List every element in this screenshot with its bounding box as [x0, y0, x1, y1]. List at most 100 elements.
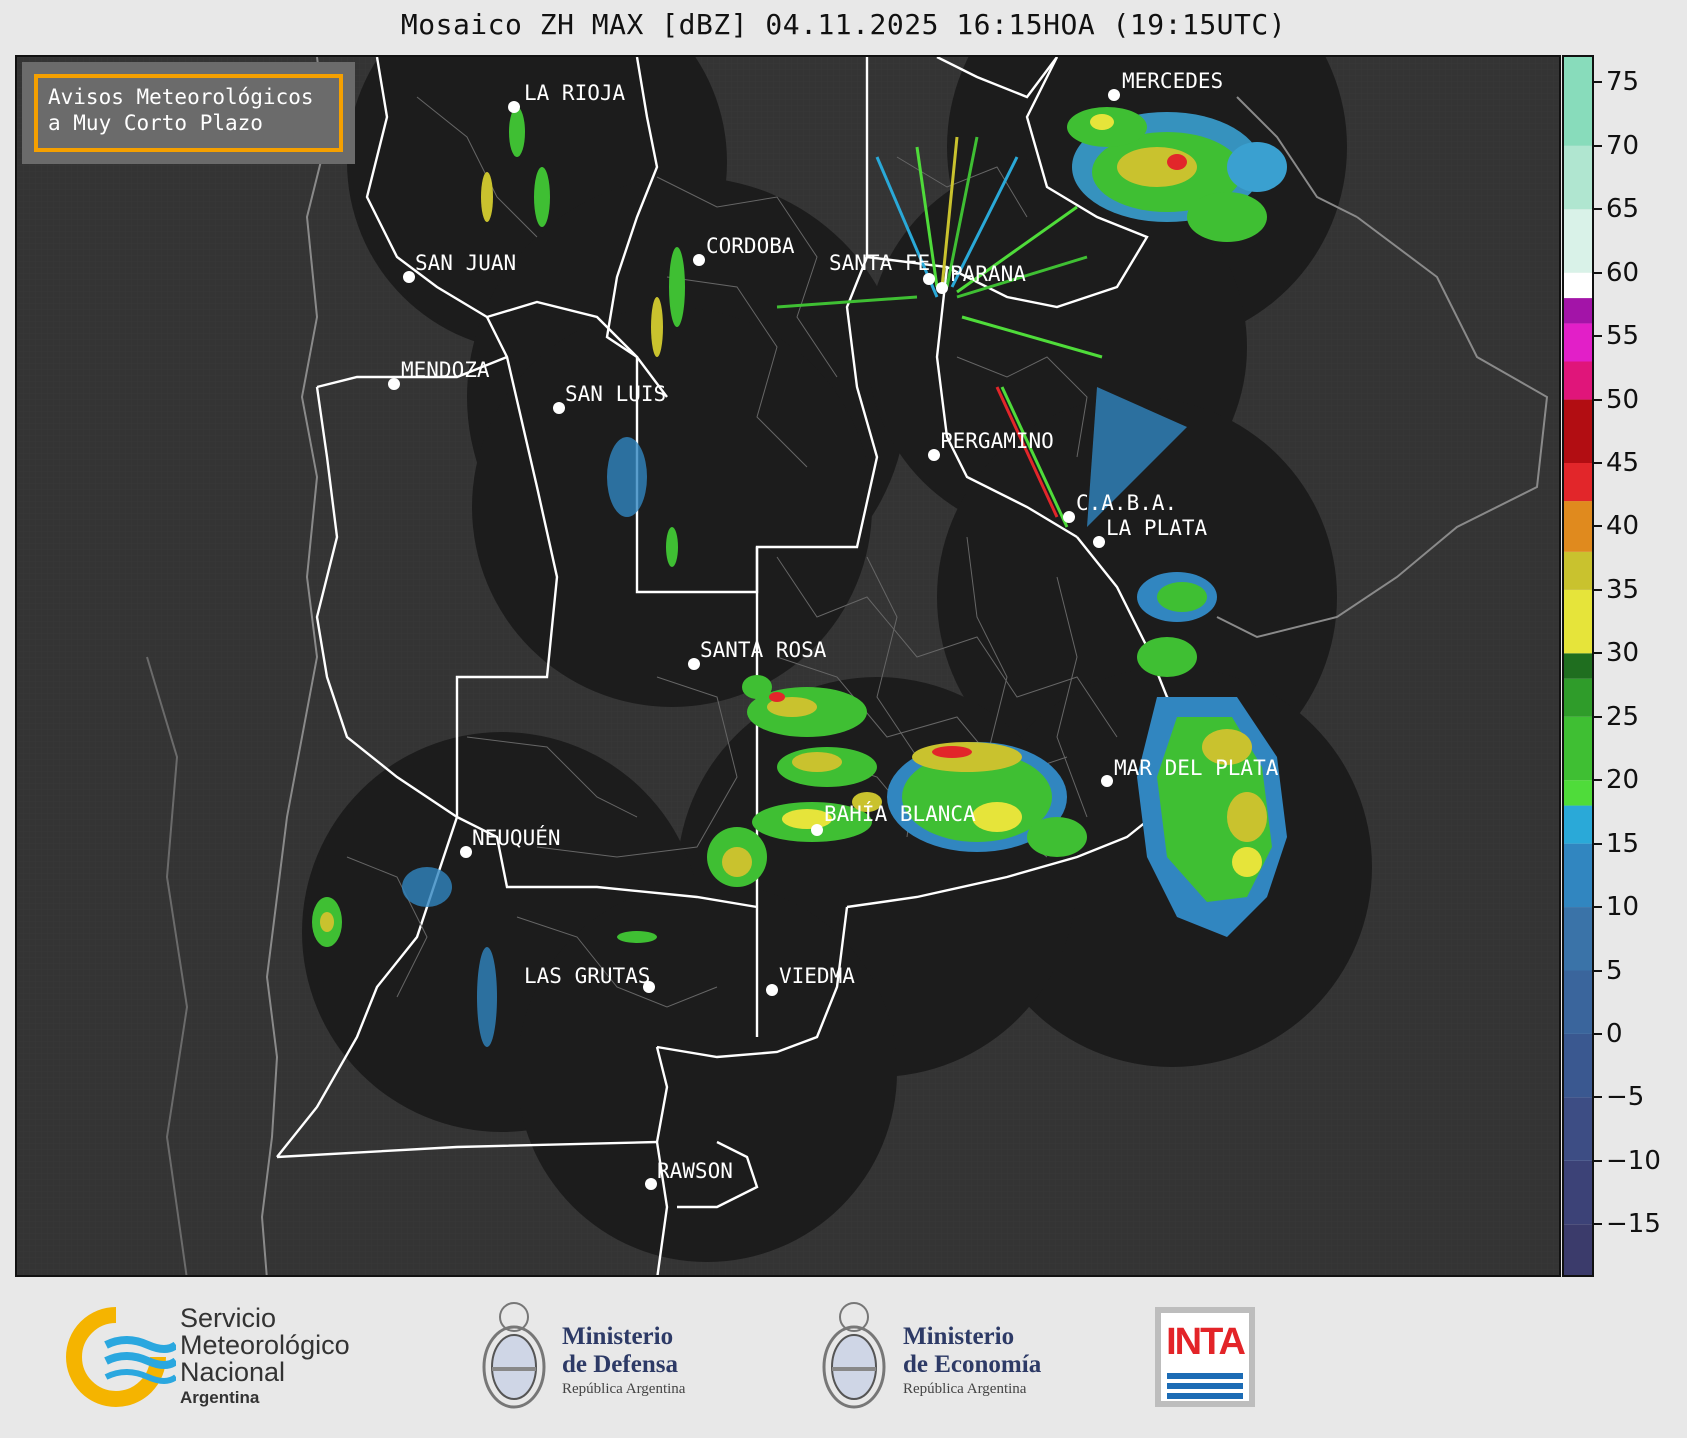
colorbar-tick-label: 60 — [1606, 257, 1640, 288]
city-marker-bahia-blanca — [811, 824, 823, 836]
city-label: NEUQUÉN — [472, 825, 561, 850]
city-marker-la-rioja — [508, 101, 520, 113]
city-label: MENDOZA — [401, 358, 490, 382]
colorbar-band — [1564, 145, 1592, 210]
radar-map[interactable]: LA RIOJA MERCEDES CORDOBA SAN JUAN SANTA… — [15, 55, 1561, 1277]
colorbar-tick-label: 0 — [1606, 1018, 1623, 1049]
economia-coat-of-arms-icon — [822, 1302, 886, 1409]
colorbar-band — [1564, 843, 1592, 908]
colorbar-band — [1564, 551, 1592, 590]
colorbar-band — [1564, 501, 1592, 552]
city-label: MERCEDES — [1122, 69, 1223, 93]
notice-line-2: a Muy Corto Plazo — [48, 111, 263, 135]
city-marker-cordoba — [693, 254, 705, 266]
smn-logo-text: Servicio Meteorológico Nacional Argentin… — [180, 1303, 350, 1408]
colorbar-tick — [1594, 525, 1602, 528]
defensa-logo-text: Ministerio de Defensa República Argentin… — [562, 1323, 686, 1397]
colorbar-tick-label: 70 — [1606, 130, 1640, 161]
colorbar-tick-label: 75 — [1606, 67, 1640, 98]
map-title: Mosaico ZH MAX [dBZ] 04.11.2025 16:15HOA… — [400, 8, 1287, 41]
colorbar-band — [1564, 399, 1592, 463]
colorbar-tick — [1594, 271, 1602, 274]
city-label: LA PLATA — [1106, 516, 1208, 540]
city-marker-caba — [1063, 511, 1075, 523]
colorbar-tick-label: 40 — [1606, 511, 1640, 542]
colorbar-tick — [1594, 144, 1602, 147]
colorbar-band — [1564, 907, 1592, 971]
city-marker-san-luis — [553, 402, 565, 414]
city-marker-mercedes — [1108, 89, 1120, 101]
colorbar-tick — [1594, 652, 1602, 655]
colorbar-band — [1564, 1224, 1592, 1275]
colorbar-tick — [1594, 398, 1602, 401]
colorbar-tick-label: −15 — [1606, 1209, 1661, 1240]
colorbar-band — [1564, 716, 1592, 781]
smn-logo-icon — [66, 1307, 176, 1407]
colorbar-band — [1564, 298, 1592, 324]
inta-logo: INTA — [1155, 1307, 1255, 1407]
colorbar-tick-label: 10 — [1606, 892, 1640, 923]
city-marker-neuquen — [460, 846, 472, 858]
city-label: PERGAMINO — [940, 429, 1054, 453]
colorbar-band — [1564, 1033, 1592, 1098]
colorbar-band — [1564, 780, 1592, 806]
colorbar-tick — [1594, 969, 1602, 972]
colorbar-tick — [1594, 588, 1602, 591]
city-marker-mar-del-plata — [1101, 775, 1113, 787]
colorbar-tick-label: 35 — [1606, 574, 1640, 605]
colorbar-tick — [1594, 1159, 1602, 1162]
radar-coverage-viedma — [517, 882, 897, 1262]
city-label: PARANA — [950, 262, 1026, 286]
colorbar-tick-label: 55 — [1606, 321, 1640, 352]
colorbar-band — [1564, 970, 1592, 1034]
city-label: SANTA FE — [829, 251, 930, 275]
colorbar-band — [1564, 653, 1592, 679]
short-term-warnings-box[interactable]: Avisos Meteorológicos a Muy Corto Plazo — [22, 62, 355, 164]
colorbar-bands — [1564, 57, 1592, 1275]
colorbar-tick-label: 50 — [1606, 384, 1640, 415]
colorbar-band — [1564, 805, 1592, 844]
colorbar-band — [1564, 1160, 1592, 1225]
defensa-coat-of-arms-icon — [482, 1302, 546, 1409]
colorbar-tick — [1594, 335, 1602, 338]
short-term-warnings-frame: Avisos Meteorológicos a Muy Corto Plazo — [34, 74, 343, 152]
radar-map-canvas: LA RIOJA MERCEDES CORDOBA SAN JUAN SANTA… — [17, 57, 1559, 1275]
city-marker-rawson — [645, 1178, 657, 1190]
city-marker-viedma — [766, 984, 778, 996]
city-label: RAWSON — [657, 1159, 733, 1183]
city-label: LA RIOJA — [524, 81, 626, 105]
city-label: SAN LUIS — [565, 382, 666, 406]
city-marker-mendoza — [388, 378, 400, 390]
city-marker-parana — [936, 282, 948, 294]
city-marker-pergamino — [928, 449, 940, 461]
inta-logo-text: INTA — [1166, 1321, 1246, 1363]
colorbar-tick-label: 30 — [1606, 638, 1640, 669]
colorbar-band — [1564, 57, 1592, 146]
colorbar-band — [1564, 209, 1592, 273]
colorbar-tick-label: 65 — [1606, 194, 1640, 225]
colorbar-tick — [1594, 779, 1602, 782]
footer-logos: Servicio Meteorológico Nacional Argentin… — [0, 1277, 1687, 1438]
colorbar-tick — [1594, 81, 1602, 84]
colorbar-band — [1564, 272, 1592, 299]
colorbar-tick-label: −10 — [1606, 1145, 1661, 1176]
colorbar-tick — [1594, 1223, 1602, 1226]
colorbar-tick — [1594, 1096, 1602, 1099]
notice-line-1: Avisos Meteorológicos — [48, 85, 314, 109]
colorbar-band — [1564, 678, 1592, 717]
city-label: MAR DEL PLATA — [1114, 756, 1279, 780]
city-label: BAHÍA BLANCA — [824, 801, 976, 826]
colorbar-tick-label: 15 — [1606, 828, 1640, 859]
colorbar-tick — [1594, 462, 1602, 464]
colorbar-tick — [1594, 208, 1602, 211]
colorbar-tick-label: 5 — [1606, 955, 1623, 986]
colorbar-tick — [1594, 1032, 1602, 1035]
dbz-colorbar — [1562, 55, 1594, 1277]
city-label: VIEDMA — [779, 964, 855, 988]
colorbar-tick-label: −5 — [1606, 1082, 1645, 1113]
city-label: C.A.B.A. — [1076, 491, 1177, 515]
colorbar-band — [1564, 323, 1592, 362]
city-label: LAS GRUTAS — [524, 964, 650, 988]
colorbar-tick — [1594, 842, 1602, 845]
colorbar-tick-label: 45 — [1606, 448, 1640, 478]
